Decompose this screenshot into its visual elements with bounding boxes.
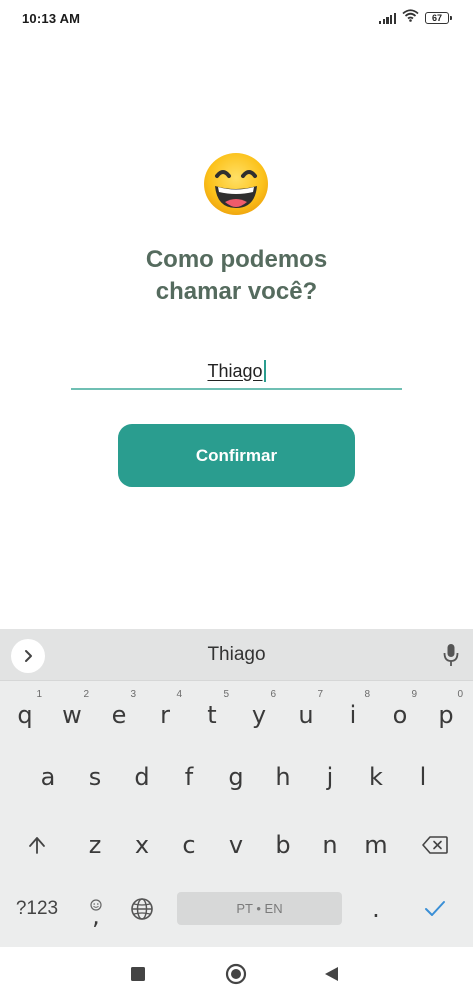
key-n[interactable]: n [307,815,353,875]
key-h[interactable]: h [260,747,306,807]
home-circle-icon[interactable] [206,947,266,1000]
key-p[interactable]: 0p [423,683,469,743]
key-s[interactable]: s [72,747,118,807]
space-key[interactable]: PT • EN [177,892,342,925]
title-line-2: chamar você? [155,278,318,305]
text-cursor [263,360,266,382]
grinning-face-emoji [203,152,269,216]
backspace-icon[interactable] [412,815,458,875]
key-row-1: 1q 2w 3e 4r 5t 6y 7u 8i 9o 0p [0,683,473,743]
suggestion-word[interactable]: Thiago [0,629,473,681]
key-c[interactable]: c [166,815,212,875]
key-row-2: a s d f g h j k l [0,747,473,807]
wifi-icon [402,9,419,27]
check-icon[interactable] [412,879,458,939]
key-a[interactable]: a [25,747,71,807]
soft-keyboard: Thiago 1q 2w 3e 4r 5t 6y 7u 8i 9o 0p a s… [0,629,473,947]
mic-icon[interactable] [441,641,461,669]
shift-icon[interactable] [14,815,60,875]
signal-icon [379,12,396,24]
key-w[interactable]: 2w [49,683,95,743]
key-r[interactable]: 4r [142,683,188,743]
key-k[interactable]: k [353,747,399,807]
battery-level: 67 [431,13,442,23]
key-d[interactable]: d [119,747,165,807]
back-triangle-icon[interactable] [302,947,362,1000]
key-e[interactable]: 3e [96,683,142,743]
emoji-icon [90,889,102,917]
key-m[interactable]: m [353,815,399,875]
key-f[interactable]: f [166,747,212,807]
key-y[interactable]: 6y [236,683,282,743]
status-time: 10:13 AM [22,10,81,26]
key-z[interactable]: z [72,815,118,875]
key-x[interactable]: x [119,815,165,875]
name-input[interactable]: Thiago [71,354,402,390]
key-l[interactable]: l [400,747,446,807]
key-u[interactable]: 7u [283,683,329,743]
key-o[interactable]: 9o [377,683,423,743]
confirm-button[interactable]: Confirmar [118,424,355,487]
key-t[interactable]: 5t [189,683,235,743]
name-input-value: Thiago [207,360,263,381]
key-row-3: z x c v b n m [0,815,473,875]
expand-icon[interactable] [11,639,45,673]
symbols-key[interactable]: ?123 [14,879,60,939]
navigation-bar [0,947,473,1000]
key-i[interactable]: 8i [330,683,376,743]
comma-emoji-key[interactable]: , [73,879,119,939]
page-title: Como podemos chamar você? [0,244,473,308]
key-v[interactable]: v [213,815,259,875]
suggestion-bar: Thiago [0,629,473,681]
globe-icon[interactable] [119,879,165,939]
battery-icon: 67 [425,12,452,24]
key-g[interactable]: g [213,747,259,807]
key-j[interactable]: j [307,747,353,807]
period-key[interactable]: . [353,879,399,939]
key-b[interactable]: b [260,815,306,875]
recents-square-icon[interactable] [108,947,168,1000]
key-q[interactable]: 1q [2,683,48,743]
screen: 10:13 AM 67 Como podemos chamar você? Th… [0,0,473,1000]
status-bar: 10:13 AM 67 [0,0,473,36]
title-line-1: Como podemos [145,246,328,273]
status-icons: 67 [379,9,452,27]
